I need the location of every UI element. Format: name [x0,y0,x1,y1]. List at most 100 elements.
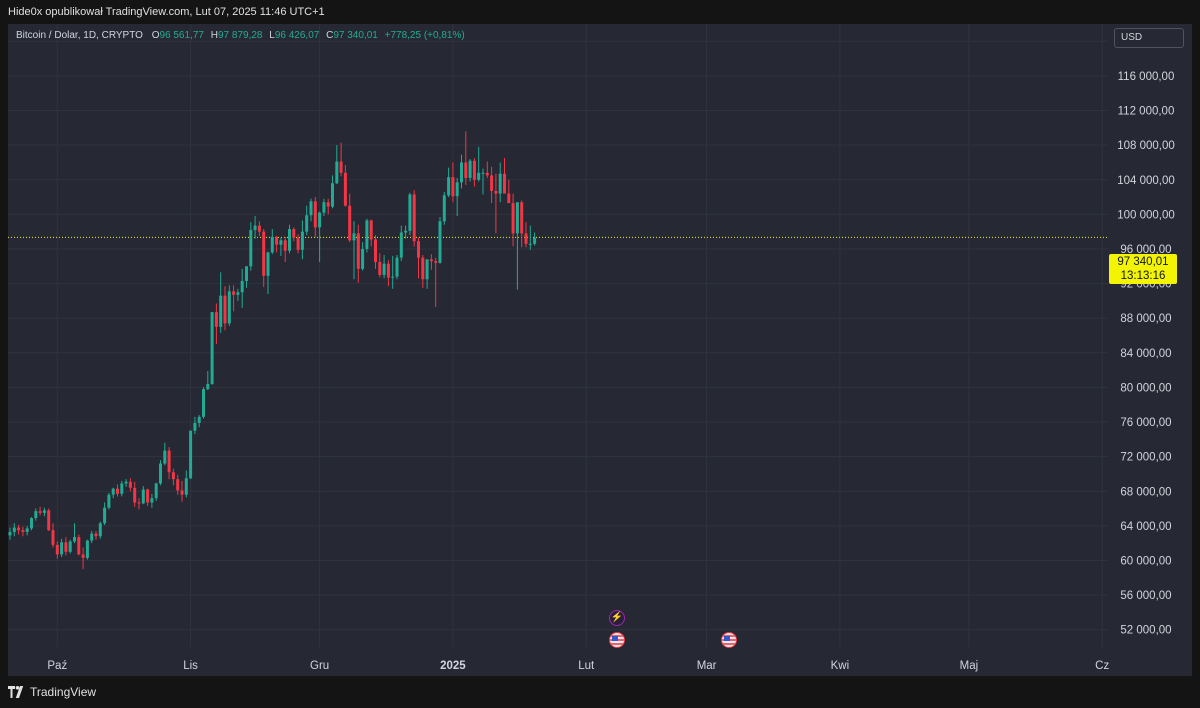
candle [85,539,89,560]
candle [270,229,274,255]
candle [180,480,184,502]
us-flag-event-icon[interactable] [609,632,625,648]
candle-body [442,195,446,222]
candle-body [90,533,94,541]
y-tick-label: 76 000,00 [1120,417,1171,429]
y-tick-label: 64 000,00 [1120,521,1171,533]
candle [460,154,463,189]
candle-body [313,201,317,228]
candle-body [533,237,537,244]
candle [503,158,506,194]
candle-body [270,236,274,253]
candle-body [343,172,347,206]
candle [98,521,102,539]
candle [386,260,390,287]
candle [429,254,433,270]
candle [128,478,132,492]
candle-body [30,518,33,529]
candle [163,442,167,466]
candle [223,286,227,331]
y-tick-label: 88 000,00 [1120,313,1171,325]
candle-body [300,231,304,250]
y-tick-label: 72 000,00 [1120,452,1171,464]
candle-body [296,237,300,250]
candle [288,224,291,254]
candle [485,161,489,179]
candlestick-chart[interactable]: 120 000,00116 000,00112 000,00108 000,00… [8,24,1192,676]
candle [399,225,403,262]
y-tick-label: 116 000,00 [1118,71,1175,83]
candle-body [374,239,377,262]
candle [356,224,360,283]
candle [533,232,537,246]
candle-body [331,183,334,207]
candle-body [51,530,55,545]
candle [12,523,16,537]
candle [305,205,309,236]
candle-body [421,257,425,280]
candle-body [498,173,502,194]
candle-body [17,527,21,531]
candle [68,539,72,554]
candle [455,178,459,217]
chart-panel[interactable]: 120 000,00116 000,00112 000,00108 000,00… [8,24,1192,676]
candle [318,211,322,262]
candle [17,524,21,535]
candle [146,488,150,506]
candle [154,482,158,501]
candle-body [245,266,248,281]
candle [257,221,261,236]
candle [490,166,494,204]
candle [219,272,223,333]
candle-body [326,202,330,207]
time-axis[interactable]: Paź Lis Gru 2025 Lut Mar Kwi Maj Cz [47,660,1109,672]
candle [481,168,485,195]
candle [240,268,244,308]
candle [8,527,12,540]
last-price-label: 97 340,01 13:13:16 [1109,254,1177,284]
candle-body [279,240,283,245]
candle-body [42,510,46,513]
candle-body [348,205,352,241]
candle [374,235,377,269]
currency-button[interactable]: USD [1114,28,1184,48]
candle-body [490,175,494,191]
candle [292,227,296,242]
candle-body [94,533,98,537]
candle-body [232,291,236,295]
candle-body [417,241,420,258]
candle [395,255,399,280]
candle [343,165,347,207]
candle [159,460,162,486]
candle-body [361,248,365,269]
candle-body [236,292,240,295]
candle-body [214,312,218,327]
price-axis[interactable]: 120 000,00116 000,00112 000,00108 000,00… [1117,36,1175,636]
flash-event-icon[interactable]: ⚡ [609,610,625,626]
candle-body [137,502,141,504]
y-tick-label: 108 000,00 [1117,140,1175,152]
candle-body [184,478,188,495]
candle [335,145,339,185]
candle [382,255,386,279]
candle-body [266,252,270,276]
candle [528,225,532,250]
tradingview-logo[interactable]: TradingView [8,685,96,699]
candle [94,531,98,540]
y-tick-label: 100 000,00 [1117,209,1175,221]
candle-body [494,190,498,194]
candle [300,220,304,260]
us-flag-event-icon[interactable] [721,632,737,648]
candle [313,197,317,237]
low-value: 96 426,07 [274,30,320,41]
candle-body [163,450,167,464]
candle [408,192,412,236]
candle [412,190,416,247]
candles [8,131,537,570]
candle-body [481,172,485,174]
low-label: L [269,30,275,41]
symbol-title[interactable]: Bitcoin / Dolar, 1D, CRYPTO [16,30,143,41]
y-tick-label: 104 000,00 [1117,175,1175,187]
candle [472,158,476,187]
y-tick-label: 80 000,00 [1120,382,1171,394]
